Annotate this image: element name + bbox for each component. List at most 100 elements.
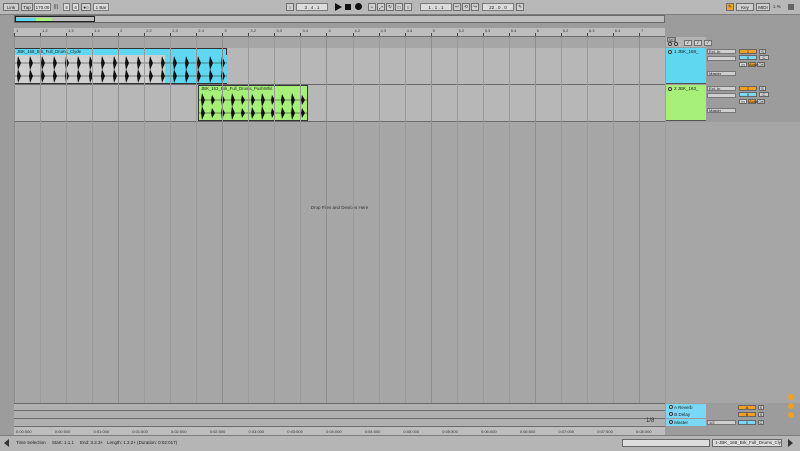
monitor-in-button[interactable]: In — [739, 62, 747, 67]
solo-button[interactable]: S — [759, 86, 766, 91]
metronome-icon[interactable]: ||| — [54, 4, 62, 10]
time-ruler[interactable]: 0:00:000 0:00:500 0:01:000 0:01:500 0:02:000… — [14, 426, 665, 435]
time-signature-denominator[interactable]: 4 — [72, 3, 79, 11]
io-toggle-icon[interactable]: ✓ — [684, 40, 692, 46]
master-header[interactable]: Master — [666, 419, 706, 426]
return-header-b[interactable]: B Delay — [666, 411, 706, 418]
computer-keyboard-icon[interactable]: ✎ — [726, 3, 734, 11]
master-lane[interactable] — [14, 418, 665, 426]
time-signature-numerator[interactable]: 4 — [63, 3, 70, 11]
pan-field[interactable]: C — [759, 55, 769, 60]
return-lane-b[interactable] — [14, 410, 665, 418]
waveform-transient — [261, 106, 265, 120]
fold-icon[interactable] — [669, 420, 673, 424]
ruler-tick — [274, 33, 276, 36]
input-channel-select[interactable] — [707, 56, 736, 61]
beat-time-ruler[interactable]: 1 1.2 1.3 1.4 2 2.2 2.3 2.4 3 3.2 3.3 3.4 4 4.2 4.3 4.4… — [14, 28, 665, 37]
arrangement-overview[interactable] — [14, 15, 665, 23]
view-toggle-buttons[interactable]: ✓ ✓ ✓ — [684, 40, 714, 46]
track-lane-1[interactable]: JBK_168_Brk_Full_Drums_Clyde — [14, 48, 665, 85]
monitor-in-button[interactable]: In — [739, 99, 747, 104]
track-header-2[interactable]: 2 JBK_163_ — [666, 85, 706, 121]
master-fraction-select[interactable]: 1/2 — [707, 420, 736, 425]
track-number-button[interactable]: 1 — [739, 49, 757, 54]
track-overview-bar[interactable] — [622, 439, 710, 447]
waveform-transient — [241, 108, 245, 118]
play-icon[interactable] — [334, 3, 342, 11]
grid-line — [482, 37, 484, 403]
monitor-auto-button[interactable]: Auto — [748, 62, 757, 67]
waveform-transient — [161, 69, 165, 83]
detail-toggle-icon[interactable] — [786, 439, 794, 447]
waveform-transient — [161, 56, 165, 70]
track-number-button[interactable]: 2 — [739, 86, 757, 91]
input-type-select[interactable]: Ext. In — [707, 86, 736, 91]
input-channel-select[interactable] — [707, 93, 736, 98]
metronome-button[interactable]: ●○ — [81, 3, 91, 11]
ruler-tick-label: 2.2 — [146, 28, 152, 33]
follow-button[interactable]: ↕ — [286, 3, 294, 11]
master-pan[interactable]: C — [758, 420, 764, 425]
session-record-icon[interactable]: ○ — [404, 3, 412, 11]
punch-out-icon[interactable]: ↪ — [471, 3, 479, 11]
volume-field[interactable]: 0 — [739, 55, 757, 60]
punch-in-icon[interactable]: ↩ — [453, 3, 461, 11]
overview-viewport[interactable] — [15, 16, 95, 22]
monitor-off-button[interactable]: Off — [757, 62, 765, 67]
fold-all-icon[interactable] — [788, 412, 794, 418]
loop-ctrl-icon[interactable] — [674, 42, 678, 46]
record-icon[interactable] — [355, 3, 362, 10]
zoom-out-icon[interactable] — [788, 403, 794, 409]
grid-line — [378, 37, 380, 403]
track-lane-2[interactable]: JBK_163_Brk_Full_Drums_PushWhit — [14, 85, 665, 122]
ruler-tick — [326, 33, 328, 36]
return-b-button[interactable]: B — [738, 412, 756, 417]
fold-icon[interactable] — [669, 405, 673, 409]
master-volume[interactable]: 0 — [738, 420, 756, 425]
loop-start-field[interactable]: 1 . 1 . 1 — [420, 3, 452, 11]
arrangement-position-field[interactable]: 3 . 4 . 1 — [296, 3, 328, 11]
return-lane-a[interactable] — [14, 403, 665, 410]
link-button[interactable]: Link — [3, 3, 19, 11]
ruler-tick-label: 5.2 — [458, 28, 465, 33]
mixer-toggle-icon[interactable]: ✓ — [704, 40, 712, 46]
audio-clip-2[interactable]: JBK_163_Brk_Full_Drums_PushWhit — [198, 85, 308, 121]
return-a-solo[interactable]: S — [758, 405, 764, 410]
input-type-select[interactable]: Ext. In — [707, 49, 736, 54]
fold-icon[interactable] — [668, 86, 672, 91]
quantize-select[interactable]: 1 Bar — [93, 3, 109, 11]
loop-length-field[interactable]: 22 . 0 . 0 — [482, 3, 514, 11]
selected-clip-name[interactable]: 1-JBK_168_Brk_Full_Drums_Clyde — [712, 439, 782, 447]
volume-field[interactable]: 0 — [739, 92, 757, 97]
arrangement-ctrl-icon[interactable] — [668, 42, 672, 46]
fold-icon[interactable] — [669, 412, 673, 416]
midi-map-button[interactable]: MIDI — [756, 3, 770, 11]
stop-icon[interactable] — [345, 4, 351, 10]
reenable-automation-icon[interactable]: ↻ — [386, 3, 394, 11]
draw-mode-icon[interactable]: ✎ — [516, 3, 524, 11]
track-header-1[interactable]: 1 JBK_168_ — [666, 48, 706, 84]
solo-button[interactable]: S — [759, 49, 766, 54]
key-map-button[interactable]: Key — [736, 3, 754, 11]
loop-icon[interactable]: ⟲ — [462, 3, 470, 11]
return-a-button[interactable]: A — [738, 405, 756, 410]
overdub-button[interactable]: + — [368, 3, 376, 11]
output-select[interactable]: Master — [707, 108, 736, 113]
ruler-tick-label: 4.4 — [406, 28, 413, 33]
tempo-field[interactable]: 170.00 — [34, 3, 51, 11]
monitor-off-button[interactable]: Off — [757, 99, 765, 104]
waveform-transient — [137, 56, 141, 70]
monitor-auto-button[interactable]: Auto — [748, 99, 757, 104]
return-b-solo[interactable]: S — [758, 412, 764, 417]
output-select[interactable]: Master — [707, 71, 736, 76]
audio-clip-1[interactable]: JBK_168_Brk_Full_Drums_Clyde — [14, 48, 227, 84]
sends-toggle-icon[interactable]: ✓ — [694, 40, 702, 46]
return-header-a[interactable]: A Reverb — [666, 404, 706, 411]
capture-midi-icon[interactable]: □ — [395, 3, 403, 11]
pan-field[interactable]: C — [759, 92, 769, 97]
tap-tempo-button[interactable]: Tap — [21, 3, 33, 11]
browser-toggle-icon[interactable] — [3, 439, 11, 447]
zoom-in-icon[interactable] — [788, 394, 794, 400]
automation-arm-icon[interactable]: ⤢ — [377, 3, 385, 11]
fold-icon[interactable] — [668, 49, 672, 54]
